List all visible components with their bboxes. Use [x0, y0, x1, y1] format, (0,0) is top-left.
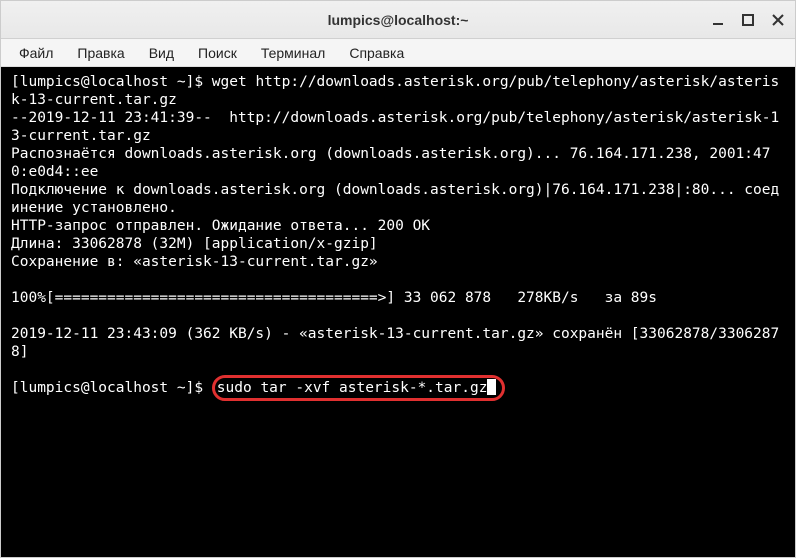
prompt: [lumpics@localhost ~]$ [11, 380, 212, 396]
terminal-window: lumpics@localhost:~ Файл Правка Вид Поис… [0, 0, 796, 558]
terminal-line: [lumpics@localhost ~]$ wget http://downl… [11, 73, 785, 109]
menubar: Файл Правка Вид Поиск Терминал Справка [1, 39, 795, 67]
titlebar: lumpics@localhost:~ [1, 1, 795, 39]
window-title: lumpics@localhost:~ [328, 12, 469, 28]
terminal-line: HTTP-запрос отправлен. Ожидание ответа..… [11, 217, 785, 235]
maximize-button[interactable] [739, 11, 757, 29]
terminal-line [11, 271, 785, 289]
terminal-line: Подключение к downloads.asterisk.org (do… [11, 181, 785, 217]
menu-terminal[interactable]: Терминал [251, 41, 335, 65]
menu-help[interactable]: Справка [339, 41, 414, 65]
terminal-line: --2019-12-11 23:41:39-- http://downloads… [11, 109, 785, 145]
menu-view[interactable]: Вид [139, 41, 184, 65]
terminal-line [11, 307, 785, 325]
menu-edit[interactable]: Правка [67, 41, 134, 65]
terminal-line: 2019-12-11 23:43:09 (362 KB/s) - «asteri… [11, 325, 785, 361]
close-button[interactable] [769, 11, 787, 29]
minimize-button[interactable] [709, 11, 727, 29]
menu-file[interactable]: Файл [9, 41, 63, 65]
command-highlight: sudo tar -xvf asterisk-*.tar.gz [212, 375, 506, 401]
terminal-line: Распознаётся downloads.asterisk.org (dow… [11, 145, 785, 181]
window-controls [709, 11, 787, 29]
prompt: [lumpics@localhost ~]$ [11, 74, 212, 90]
terminal-line: 100%[===================================… [11, 289, 785, 307]
terminal-output[interactable]: [lumpics@localhost ~]$ wget http://downl… [1, 67, 795, 557]
terminal-line: Сохранение в: «asterisk-13-current.tar.g… [11, 253, 785, 271]
terminal-line: [lumpics@localhost ~]$ sudo tar -xvf ast… [11, 379, 785, 397]
cursor-icon [487, 379, 496, 395]
menu-search[interactable]: Поиск [188, 41, 247, 65]
command-text: sudo tar -xvf asterisk-*.tar.gz [217, 380, 488, 396]
terminal-line: Длина: 33062878 (32M) [application/x-gzi… [11, 235, 785, 253]
